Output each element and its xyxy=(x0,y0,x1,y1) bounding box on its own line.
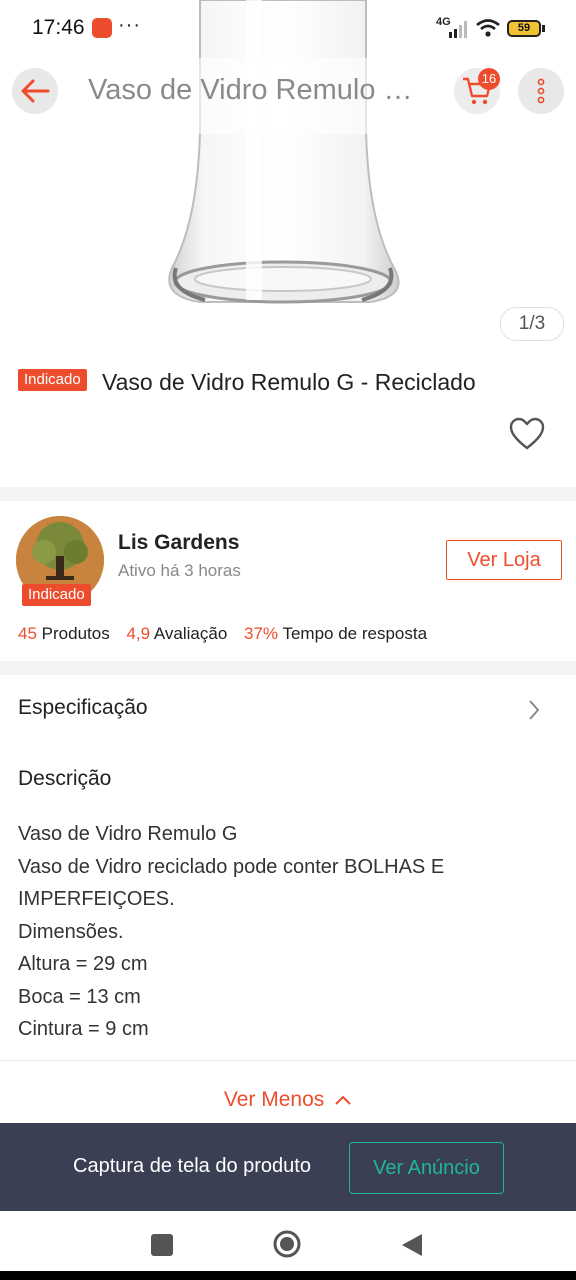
image-counter: 1/3 xyxy=(500,307,564,341)
description-line: Boca = 13 cm xyxy=(18,985,141,1008)
battery-icon: 59 xyxy=(507,20,541,37)
shop-active-status: Ativo há 3 horas xyxy=(118,561,241,580)
wifi-icon xyxy=(476,19,500,37)
view-ad-button[interactable]: Ver Anúncio xyxy=(349,1142,504,1194)
chevron-up-icon xyxy=(335,1095,351,1105)
more-vertical-icon xyxy=(537,78,545,104)
battery-level: 59 xyxy=(517,22,531,34)
arrow-left-icon xyxy=(21,79,50,103)
divider xyxy=(0,1060,576,1061)
shop-name[interactable]: Lis Gardens xyxy=(118,531,239,555)
description-line: Vaso de Vidro reciclado pode conter BOLH… xyxy=(18,855,445,878)
recent-apps-icon[interactable] xyxy=(151,1234,173,1256)
screen-bottom-edge xyxy=(0,1271,576,1280)
chevron-right-icon xyxy=(529,700,540,720)
response-rate: 37% xyxy=(244,624,279,643)
rating-value: 4,9 xyxy=(126,624,151,643)
rating-label: Avaliação xyxy=(153,624,228,643)
indicated-badge: Indicado xyxy=(18,369,87,391)
signal-icon xyxy=(449,21,467,38)
home-icon[interactable] xyxy=(272,1229,302,1259)
more-notifications-icon: ··· xyxy=(118,14,141,36)
description-line: Cintura = 9 cm xyxy=(18,1018,149,1040)
back-button[interactable] xyxy=(12,68,58,114)
cart-count-badge: 16 xyxy=(478,68,500,90)
shop-stats: 45 Produtos 4,9 Avaliação 37% Tempo de r… xyxy=(18,624,427,644)
status-time: 17:46 xyxy=(32,16,85,39)
response-label: Tempo de resposta xyxy=(282,624,428,643)
description-line: Altura = 29 cm xyxy=(18,953,148,975)
status-bar: 17:46 ··· 4G 59 xyxy=(0,0,576,58)
description-text: Vaso de Vidro Remulo G Vaso de Vidro rec… xyxy=(18,818,558,1046)
more-options-button[interactable] xyxy=(518,68,564,114)
heart-icon[interactable] xyxy=(508,416,546,452)
battery-tip xyxy=(542,25,545,32)
description-line: Vaso de Vidro Remulo G xyxy=(18,823,238,845)
specification-label: Especificação xyxy=(18,696,148,719)
app-notification-icon xyxy=(92,18,112,38)
products-count: 45 xyxy=(18,624,37,643)
product-title: Vaso de Vidro Remulo G - Reciclado xyxy=(102,369,476,395)
section-separator xyxy=(0,487,576,501)
section-separator xyxy=(0,661,576,675)
capture-text: Captura de tela do produto xyxy=(73,1155,311,1177)
description-line: Dimensões. xyxy=(18,920,124,943)
see-less-button[interactable]: Ver Menos xyxy=(188,1088,388,1112)
back-triangle-icon[interactable] xyxy=(400,1232,424,1258)
description-line: IMPERFEIÇOES. xyxy=(18,888,175,910)
see-less-label: Ver Menos xyxy=(223,1088,325,1111)
view-shop-button[interactable]: Ver Loja xyxy=(446,540,562,580)
app-bar-title: Vaso de Vidro Remulo G - Reciclado xyxy=(88,74,433,106)
description-label: Descrição xyxy=(18,767,112,790)
shop-indicated-badge: Indicado xyxy=(22,584,91,606)
products-label: Produtos xyxy=(41,624,110,643)
